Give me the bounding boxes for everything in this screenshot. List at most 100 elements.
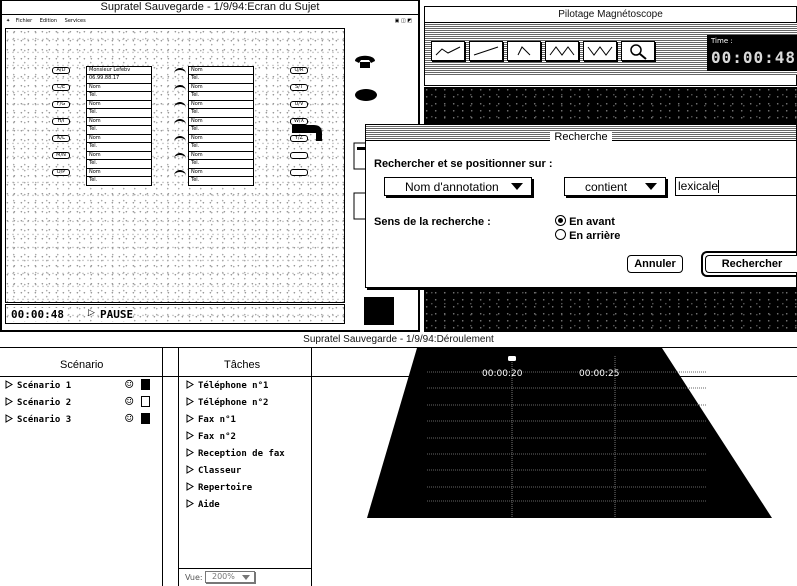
contact-name-field: Nom [86, 168, 152, 177]
task-label: Téléphone n°2 [198, 398, 269, 408]
chevron-down-icon [511, 183, 523, 190]
speech-bubble-icon [141, 396, 150, 407]
tick-label-15: 15 [398, 369, 410, 379]
task-row[interactable]: Classeur [186, 465, 241, 476]
backward-label: En arrière [569, 230, 621, 242]
smiley-icon: ☺ [125, 377, 134, 393]
card-tab-right[interactable] [290, 152, 308, 159]
disclosure-triangle-icon[interactable] [186, 448, 194, 457]
disclosure-triangle-icon[interactable] [186, 397, 194, 406]
scenario-row[interactable]: Scénario 2 ☺ [5, 394, 155, 410]
search-value-text: lexicale [678, 179, 719, 193]
zoom-label: Vue: [185, 573, 203, 582]
disclosure-triangle-icon[interactable] [186, 380, 194, 389]
contact-name-field: Nom [86, 134, 152, 143]
phone-icon[interactable] [352, 51, 378, 69]
search-value-input[interactable]: lexicale [675, 177, 797, 196]
card-tab-right[interactable]: Q/R [290, 67, 308, 74]
timeline-graphic [367, 348, 772, 518]
vcr-time-display: Time : 00:00:48 [707, 35, 797, 71]
vcr-step-forward-button[interactable] [545, 41, 579, 61]
scenario-row[interactable]: Scénario 3 ☺ [5, 411, 155, 427]
disclosure-triangle-icon[interactable] [186, 414, 194, 423]
card-tab-left[interactable]: O/P [52, 169, 70, 176]
vcr-step-back-button[interactable] [469, 41, 503, 61]
binder-ring-icon [174, 102, 186, 114]
timeline-window: Supratel Sauvegarde - 1/9/94:Déroulement… [0, 333, 797, 586]
contact-name-field: Nom [188, 151, 254, 160]
disclosure-triangle-icon[interactable] [5, 414, 13, 423]
task-row[interactable]: Fax n°1 [186, 414, 236, 425]
smiley-icon: ☺ [125, 411, 134, 427]
disclosure-triangle-icon[interactable] [186, 465, 194, 474]
menu-services[interactable]: Services [65, 18, 86, 24]
disclosure-triangle-icon[interactable] [186, 431, 194, 440]
card-tab-left[interactable]: H/I [52, 118, 70, 125]
task-row[interactable]: Téléphone n°2 [186, 397, 268, 408]
forward-radio[interactable]: En avant [555, 215, 615, 228]
contact-name-field: Nom [188, 100, 254, 109]
operator-select[interactable]: contient [564, 177, 666, 196]
task-row[interactable]: Fax n°2 [186, 431, 236, 442]
vcr-window: Pilotage Magnétoscope Time : 00:00:48 [424, 6, 797, 86]
disclosure-triangle-icon[interactable] [5, 397, 13, 406]
search-dialog-titlebar: Recherche [366, 125, 796, 143]
cancel-button[interactable]: Annuler [627, 255, 683, 273]
field-select[interactable]: Nom d'annotation [384, 177, 532, 196]
field-select-value: Nom d'annotation [405, 180, 499, 194]
radio-empty-icon [555, 229, 566, 240]
text-cursor [718, 180, 720, 194]
counter-readout: 00:00:48 [10, 308, 65, 321]
vcr-fast-forward-button[interactable] [583, 41, 617, 61]
search-button[interactable]: Rechercher [705, 255, 797, 273]
radio-selected-icon [555, 215, 566, 226]
card-tab-right[interactable]: U/V [290, 101, 308, 108]
task-row[interactable]: Téléphone n°1 [186, 380, 268, 391]
card-tab-right[interactable] [290, 169, 308, 176]
contact-name-field: Nom [86, 100, 152, 109]
tick-label-20: 00:00:20 [482, 369, 523, 379]
task-row[interactable]: Reception de fax [186, 448, 285, 459]
disclosure-triangle-icon[interactable] [5, 380, 13, 389]
task-row[interactable]: Aide [186, 499, 220, 510]
task-label: Fax n°2 [198, 432, 236, 442]
scenario-row[interactable]: Scénario 1 ☺ [5, 377, 155, 393]
contact-name-field: Monsieur Lefebv [86, 66, 152, 75]
smiley-icon: ☺ [125, 394, 134, 410]
card-tab-left[interactable]: C/E [52, 84, 70, 91]
vcr-play-button[interactable] [507, 41, 541, 61]
binder-ring-icon [174, 85, 186, 97]
menu-clock-icon: ▣ ◫ ◩ [394, 18, 412, 24]
pointer-hand-icon [292, 121, 328, 145]
task-row[interactable]: Repertoire [186, 482, 252, 493]
zoom-value: 200% [212, 572, 235, 581]
card-tab-left[interactable]: K/L [52, 135, 70, 142]
trash-icon[interactable] [364, 297, 394, 325]
binder-ring-icon [174, 68, 186, 80]
search-prompt: Rechercher et se positionner sur : [374, 158, 553, 170]
menu-edition[interactable]: Edition [40, 18, 57, 24]
fax-icon[interactable] [354, 87, 378, 103]
disclosure-triangle-icon[interactable] [186, 482, 194, 491]
operator-select-value: contient [585, 180, 628, 194]
contact-name-field: Nom [188, 66, 254, 75]
contact-name-field: Nom [188, 134, 254, 143]
disclosure-triangle-icon[interactable] [186, 499, 194, 508]
time-value: 00:00:48 [711, 48, 797, 67]
contact-name-field: Nom [188, 117, 254, 126]
card-tab-left[interactable]: M/N [52, 152, 70, 159]
card-tab-left[interactable]: A/D [52, 67, 70, 74]
vcr-rewind-button[interactable] [431, 41, 465, 61]
card-tab-right[interactable]: S/T [290, 84, 308, 91]
menu-fichier[interactable]: Fichier [16, 18, 32, 24]
contact-tel-field: Tél. [188, 177, 254, 186]
apple-menu-icon[interactable]: ✦ [6, 18, 10, 24]
zoom-select[interactable]: 200% [205, 571, 255, 583]
vcr-search-button[interactable] [621, 41, 655, 61]
card-tab-left[interactable]: F/G [52, 101, 70, 108]
search-dialog: Recherche Rechercher et se positionner s… [365, 124, 797, 288]
chevron-down-icon [242, 575, 250, 580]
backward-radio[interactable]: En arrière [555, 229, 620, 242]
binder-ring-icon [174, 153, 186, 165]
contact-name-field: Nom [86, 117, 152, 126]
